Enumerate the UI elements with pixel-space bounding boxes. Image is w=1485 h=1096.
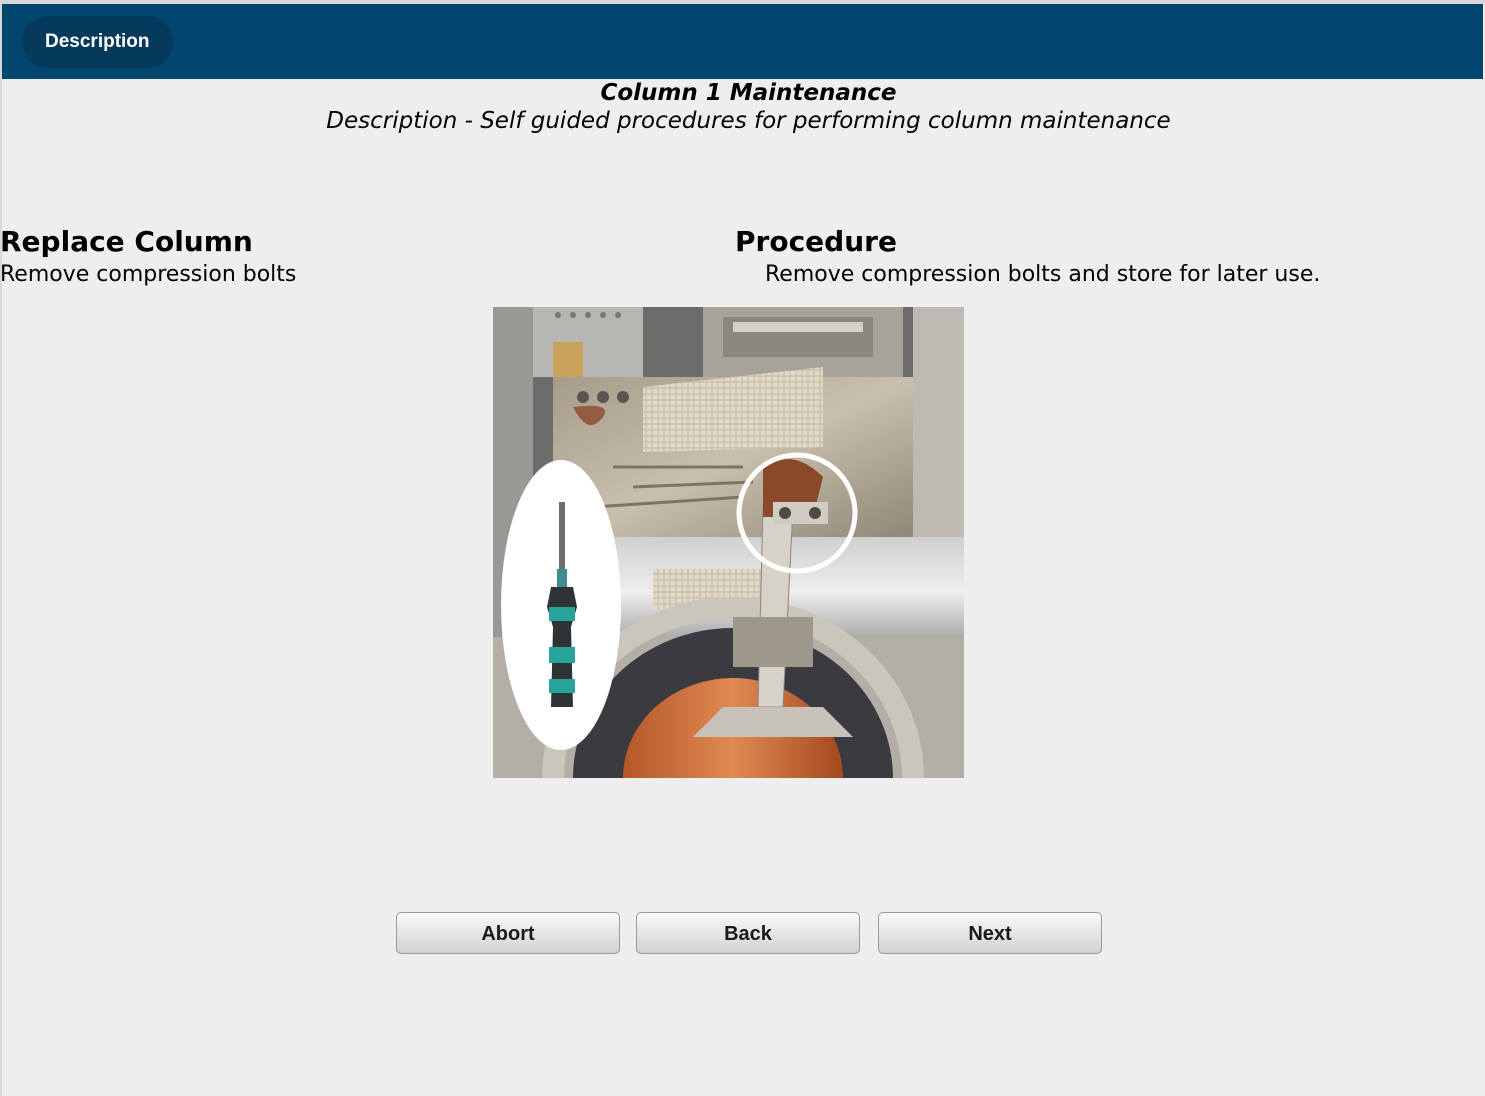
page-title: Column 1 Maintenance: [600, 80, 897, 106]
top-navigation-bar: Description: [2, 4, 1483, 79]
tab-description[interactable]: Description: [22, 16, 173, 68]
window-left-border: [0, 0, 2, 1096]
abort-button[interactable]: Abort: [396, 912, 620, 954]
back-button[interactable]: Back: [636, 912, 860, 954]
next-button[interactable]: Next: [878, 912, 1102, 954]
procedure-text: Remove compression bolts and store for l…: [765, 262, 1321, 287]
step-heading: Replace Column: [0, 225, 253, 258]
page-subtitle: Description - Self guided procedures for…: [326, 108, 1171, 134]
step-description: Remove compression bolts: [0, 262, 297, 287]
procedure-heading: Procedure: [735, 225, 897, 258]
procedure-photo: [493, 307, 964, 778]
